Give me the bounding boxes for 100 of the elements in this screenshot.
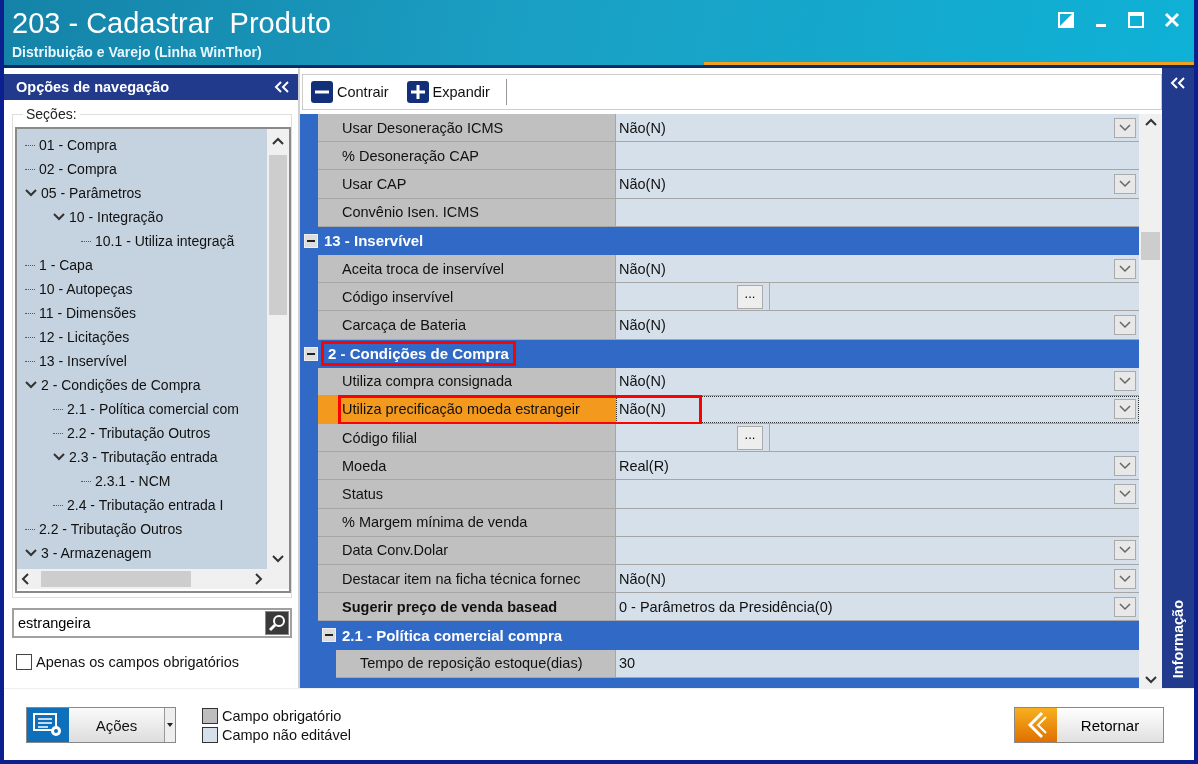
chevron-down-icon[interactable] [1144, 676, 1157, 684]
lookup-button[interactable]: ... [737, 284, 763, 309]
chevron-right-icon[interactable] [255, 573, 263, 585]
chevron-up-icon[interactable] [272, 137, 284, 145]
property-value[interactable]: Não(N) [616, 170, 1139, 198]
return-button[interactable]: Retornar [1014, 707, 1164, 743]
dropdown-button[interactable] [1114, 484, 1136, 505]
tree-item[interactable]: 02 - Compra [39, 161, 117, 177]
chevron-down-icon [1119, 179, 1131, 188]
property-label[interactable]: Carcaça de Bateria [318, 311, 616, 339]
dropdown-button[interactable] [1114, 173, 1136, 194]
chevron-icon[interactable] [25, 548, 37, 558]
property-label[interactable]: Status [318, 480, 616, 508]
tree-item[interactable]: 2.2 - Tributação Outros [39, 521, 183, 537]
lookup-button[interactable]: ... [737, 425, 763, 450]
dropdown-button[interactable] [1114, 117, 1136, 138]
section-header[interactable]: 2 - Condições de Compra [324, 344, 513, 364]
tree-item[interactable]: 2.3 - Tributação entrada [69, 449, 218, 465]
side-panel-title[interactable]: Informação [1170, 599, 1186, 678]
collapse-panel-icon[interactable] [1170, 76, 1186, 90]
property-label[interactable]: % Desoneração CAP [318, 142, 616, 170]
chevron-icon[interactable] [25, 380, 37, 390]
chevron-icon[interactable] [25, 188, 37, 198]
property-label[interactable]: % Margem mínima de venda [318, 508, 616, 536]
chevron-up-icon[interactable] [1144, 118, 1157, 126]
collapse-button[interactable]: Contrair [309, 79, 391, 105]
dropdown-button[interactable] [1114, 568, 1136, 589]
property-value[interactable]: Não(N) [616, 311, 1139, 339]
property-label[interactable]: Utiliza compra consignada [318, 367, 616, 395]
tree-item[interactable]: 2.4 - Tributação entrada I [67, 497, 224, 513]
chevron-down-icon [1119, 546, 1131, 555]
section-header[interactable]: 13 - Inservível [324, 232, 424, 250]
tree-item[interactable]: 11 - Dimensões [39, 305, 136, 321]
property-label[interactable]: Código filial [318, 424, 616, 452]
property-label[interactable]: Destacar item na ficha técnica fornec [318, 565, 616, 593]
checkbox-label[interactable]: Apenas os campos obrigatórios [36, 654, 240, 670]
close-icon[interactable] [1164, 12, 1180, 28]
property-label[interactable]: Moeda [318, 452, 616, 480]
dropdown-button[interactable] [1114, 540, 1136, 561]
tree-item[interactable]: 2 - Condições de Compra [41, 377, 201, 393]
property-label[interactable]: Código inservível [318, 283, 616, 311]
scrollbar[interactable] [17, 569, 267, 589]
chevron-down-icon[interactable] [272, 555, 284, 563]
property-label[interactable]: Convênio Isen. ICMS [318, 198, 616, 226]
search-button[interactable] [265, 611, 289, 635]
collapse-icon[interactable] [322, 628, 336, 643]
checkbox[interactable] [16, 654, 32, 670]
property-label[interactable]: Usar Desoneração ICMS [318, 114, 616, 142]
property-value[interactable]: Real(R) [616, 452, 1139, 480]
property-label[interactable]: Data Conv.Dolar [318, 536, 616, 564]
dropdown-button[interactable] [1114, 596, 1136, 617]
collapse-icon[interactable] [304, 346, 318, 361]
dropdown-button[interactable] [1114, 371, 1136, 392]
property-value[interactable]: Não(N) [616, 367, 1139, 395]
property-label[interactable]: Aceita troca de inservível [318, 254, 616, 283]
chevron-down-icon [1119, 377, 1131, 386]
tree-item[interactable]: 2.2 - Tributação Outros [67, 425, 211, 441]
tree-item[interactable]: 12 - Licitações [39, 329, 130, 345]
property-value[interactable]: ... [616, 424, 1139, 452]
tree-item[interactable]: 1 - Capa [39, 257, 93, 273]
chevron-icon[interactable] [53, 452, 65, 462]
expand-button[interactable]: Expandir [404, 79, 492, 105]
tree-item[interactable]: 13 - Inservível [39, 353, 127, 369]
chevron-down-icon [1119, 461, 1131, 470]
tree-item[interactable]: 2.1 - Política comercial com [67, 401, 239, 417]
scrollbar-thumb[interactable] [1141, 232, 1160, 260]
dropdown-button[interactable] [1114, 455, 1136, 476]
property-label[interactable]: Usar CAP [318, 170, 616, 198]
property-value[interactable]: ... [616, 283, 1139, 311]
tree-item[interactable]: 3 - Armazenagem [41, 545, 152, 561]
tree-item[interactable]: 2.3.1 - NCM [95, 473, 171, 489]
scrollbar[interactable] [267, 129, 289, 589]
collapse-icon[interactable] [304, 233, 318, 248]
tree-item[interactable]: 05 - Parâmetros [41, 185, 142, 201]
property-value[interactable]: Não(N) [616, 395, 1139, 424]
property-label[interactable]: Sugerir preço de venda basead [318, 593, 616, 621]
property-value[interactable] [616, 536, 1139, 564]
scrollbar[interactable] [1139, 114, 1162, 688]
maximize-icon[interactable] [1128, 12, 1144, 28]
chevron-left-icon[interactable] [21, 573, 29, 585]
property-value[interactable]: 30 [616, 649, 1139, 677]
dropdown-button[interactable] [1114, 399, 1136, 420]
caret-icon[interactable] [167, 723, 173, 727]
property-value[interactable]: Não(N) [616, 254, 1139, 283]
tree-item[interactable]: 10.1 - Utiliza integraçã [95, 233, 235, 249]
dropdown-button[interactable] [1114, 258, 1136, 279]
property-label[interactable]: Tempo de reposição estoque(dias) [336, 649, 616, 677]
section-header[interactable]: 2.1 - Política comercial compra [342, 626, 563, 644]
tree-item[interactable]: 01 - Compra [39, 137, 117, 153]
window-title: 203 - Cadastrar Produto [12, 6, 332, 40]
property-value[interactable]: 0 - Parâmetros da Presidência(0) [616, 593, 1139, 621]
property-value[interactable]: Não(N) [616, 114, 1139, 142]
tree-item[interactable]: 10 - Integração [69, 209, 164, 225]
collapse-panel-icon[interactable] [274, 80, 290, 94]
dropdown-button[interactable] [1114, 314, 1136, 335]
chevron-icon[interactable] [53, 212, 65, 222]
search-field[interactable]: estrangeira [12, 608, 292, 638]
actions-button[interactable]: Ações [26, 707, 176, 743]
tree-item[interactable]: 10 - Autopeças [39, 281, 133, 297]
property-value[interactable]: Não(N) [616, 565, 1139, 593]
